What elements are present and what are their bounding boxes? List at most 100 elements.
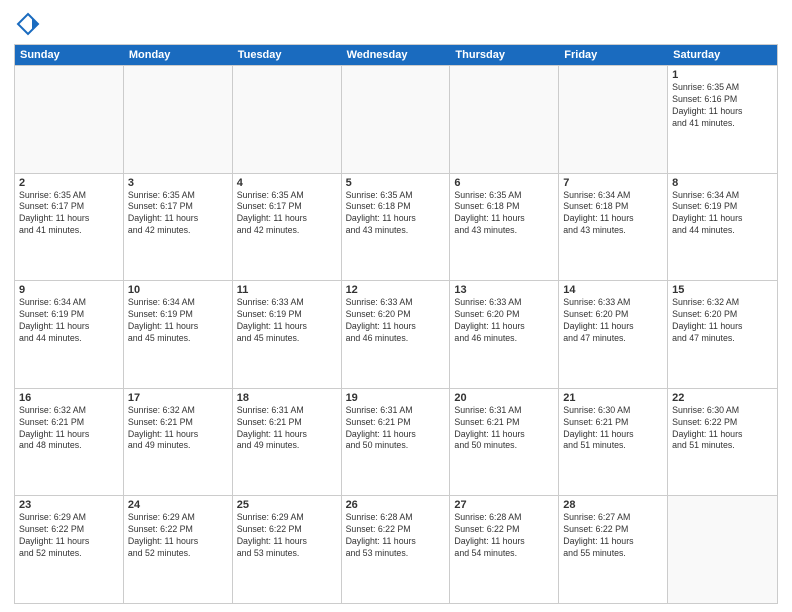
calendar-header: SundayMondayTuesdayWednesdayThursdayFrid… [15,45,777,65]
day-number: 2 [19,177,119,189]
calendar-cell: 13Sunrise: 6:33 AM Sunset: 6:20 PM Dayli… [450,281,559,388]
day-info: Sunrise: 6:28 AM Sunset: 6:22 PM Dayligh… [346,512,446,560]
calendar-row-3: 16Sunrise: 6:32 AM Sunset: 6:21 PM Dayli… [15,388,777,496]
day-info: Sunrise: 6:30 AM Sunset: 6:22 PM Dayligh… [672,405,773,453]
calendar-cell [15,66,124,173]
day-number: 24 [128,499,228,511]
day-number: 19 [346,392,446,404]
calendar-cell: 21Sunrise: 6:30 AM Sunset: 6:21 PM Dayli… [559,389,668,496]
calendar-row-0: 1Sunrise: 6:35 AM Sunset: 6:16 PM Daylig… [15,65,777,173]
calendar-row-4: 23Sunrise: 6:29 AM Sunset: 6:22 PM Dayli… [15,495,777,603]
day-number: 21 [563,392,663,404]
day-number: 13 [454,284,554,296]
calendar-cell: 6Sunrise: 6:35 AM Sunset: 6:18 PM Daylig… [450,174,559,281]
calendar-cell: 16Sunrise: 6:32 AM Sunset: 6:21 PM Dayli… [15,389,124,496]
day-info: Sunrise: 6:34 AM Sunset: 6:18 PM Dayligh… [563,190,663,238]
day-info: Sunrise: 6:35 AM Sunset: 6:17 PM Dayligh… [237,190,337,238]
day-info: Sunrise: 6:33 AM Sunset: 6:20 PM Dayligh… [346,297,446,345]
day-info: Sunrise: 6:35 AM Sunset: 6:16 PM Dayligh… [672,82,773,130]
calendar-cell [342,66,451,173]
day-info: Sunrise: 6:32 AM Sunset: 6:21 PM Dayligh… [19,405,119,453]
calendar-cell: 17Sunrise: 6:32 AM Sunset: 6:21 PM Dayli… [124,389,233,496]
day-info: Sunrise: 6:34 AM Sunset: 6:19 PM Dayligh… [672,190,773,238]
calendar-cell: 20Sunrise: 6:31 AM Sunset: 6:21 PM Dayli… [450,389,559,496]
calendar-cell: 5Sunrise: 6:35 AM Sunset: 6:18 PM Daylig… [342,174,451,281]
day-number: 16 [19,392,119,404]
day-number: 12 [346,284,446,296]
day-info: Sunrise: 6:33 AM Sunset: 6:20 PM Dayligh… [563,297,663,345]
day-number: 1 [672,69,773,81]
calendar-cell: 2Sunrise: 6:35 AM Sunset: 6:17 PM Daylig… [15,174,124,281]
day-number: 27 [454,499,554,511]
header-day-sunday: Sunday [15,45,124,65]
calendar-cell [233,66,342,173]
calendar-cell: 1Sunrise: 6:35 AM Sunset: 6:16 PM Daylig… [668,66,777,173]
calendar-cell: 27Sunrise: 6:28 AM Sunset: 6:22 PM Dayli… [450,496,559,603]
logo-icon [14,10,42,38]
header-day-thursday: Thursday [450,45,559,65]
calendar-cell: 4Sunrise: 6:35 AM Sunset: 6:17 PM Daylig… [233,174,342,281]
day-number: 11 [237,284,337,296]
day-info: Sunrise: 6:31 AM Sunset: 6:21 PM Dayligh… [237,405,337,453]
day-number: 8 [672,177,773,189]
header [14,10,778,38]
calendar-cell: 22Sunrise: 6:30 AM Sunset: 6:22 PM Dayli… [668,389,777,496]
day-info: Sunrise: 6:35 AM Sunset: 6:18 PM Dayligh… [454,190,554,238]
calendar-cell: 25Sunrise: 6:29 AM Sunset: 6:22 PM Dayli… [233,496,342,603]
day-info: Sunrise: 6:27 AM Sunset: 6:22 PM Dayligh… [563,512,663,560]
calendar-cell: 14Sunrise: 6:33 AM Sunset: 6:20 PM Dayli… [559,281,668,388]
header-day-friday: Friday [559,45,668,65]
calendar-row-2: 9Sunrise: 6:34 AM Sunset: 6:19 PM Daylig… [15,280,777,388]
calendar-cell: 11Sunrise: 6:33 AM Sunset: 6:19 PM Dayli… [233,281,342,388]
calendar-cell: 15Sunrise: 6:32 AM Sunset: 6:20 PM Dayli… [668,281,777,388]
day-info: Sunrise: 6:33 AM Sunset: 6:19 PM Dayligh… [237,297,337,345]
calendar-cell: 28Sunrise: 6:27 AM Sunset: 6:22 PM Dayli… [559,496,668,603]
calendar-cell: 26Sunrise: 6:28 AM Sunset: 6:22 PM Dayli… [342,496,451,603]
day-number: 10 [128,284,228,296]
calendar-row-1: 2Sunrise: 6:35 AM Sunset: 6:17 PM Daylig… [15,173,777,281]
day-info: Sunrise: 6:33 AM Sunset: 6:20 PM Dayligh… [454,297,554,345]
day-number: 18 [237,392,337,404]
header-day-wednesday: Wednesday [342,45,451,65]
day-info: Sunrise: 6:30 AM Sunset: 6:21 PM Dayligh… [563,405,663,453]
day-info: Sunrise: 6:35 AM Sunset: 6:18 PM Dayligh… [346,190,446,238]
day-number: 15 [672,284,773,296]
day-number: 28 [563,499,663,511]
calendar-cell: 24Sunrise: 6:29 AM Sunset: 6:22 PM Dayli… [124,496,233,603]
calendar-body: 1Sunrise: 6:35 AM Sunset: 6:16 PM Daylig… [15,65,777,603]
day-number: 4 [237,177,337,189]
day-number: 6 [454,177,554,189]
day-number: 26 [346,499,446,511]
calendar-cell [124,66,233,173]
header-day-tuesday: Tuesday [233,45,342,65]
day-number: 7 [563,177,663,189]
day-number: 22 [672,392,773,404]
day-info: Sunrise: 6:31 AM Sunset: 6:21 PM Dayligh… [346,405,446,453]
calendar-cell: 8Sunrise: 6:34 AM Sunset: 6:19 PM Daylig… [668,174,777,281]
day-info: Sunrise: 6:35 AM Sunset: 6:17 PM Dayligh… [19,190,119,238]
calendar-cell: 23Sunrise: 6:29 AM Sunset: 6:22 PM Dayli… [15,496,124,603]
day-info: Sunrise: 6:35 AM Sunset: 6:17 PM Dayligh… [128,190,228,238]
calendar-cell: 18Sunrise: 6:31 AM Sunset: 6:21 PM Dayli… [233,389,342,496]
calendar-cell: 12Sunrise: 6:33 AM Sunset: 6:20 PM Dayli… [342,281,451,388]
logo [14,10,46,38]
day-number: 14 [563,284,663,296]
page: SundayMondayTuesdayWednesdayThursdayFrid… [0,0,792,612]
calendar-cell [668,496,777,603]
calendar-cell: 9Sunrise: 6:34 AM Sunset: 6:19 PM Daylig… [15,281,124,388]
header-day-monday: Monday [124,45,233,65]
calendar-cell: 10Sunrise: 6:34 AM Sunset: 6:19 PM Dayli… [124,281,233,388]
day-number: 25 [237,499,337,511]
calendar-cell: 3Sunrise: 6:35 AM Sunset: 6:17 PM Daylig… [124,174,233,281]
header-day-saturday: Saturday [668,45,777,65]
day-info: Sunrise: 6:32 AM Sunset: 6:21 PM Dayligh… [128,405,228,453]
day-info: Sunrise: 6:29 AM Sunset: 6:22 PM Dayligh… [19,512,119,560]
day-number: 9 [19,284,119,296]
calendar-cell [450,66,559,173]
day-info: Sunrise: 6:29 AM Sunset: 6:22 PM Dayligh… [128,512,228,560]
day-number: 20 [454,392,554,404]
calendar-cell [559,66,668,173]
day-number: 3 [128,177,228,189]
calendar-cell: 19Sunrise: 6:31 AM Sunset: 6:21 PM Dayli… [342,389,451,496]
calendar: SundayMondayTuesdayWednesdayThursdayFrid… [14,44,778,604]
